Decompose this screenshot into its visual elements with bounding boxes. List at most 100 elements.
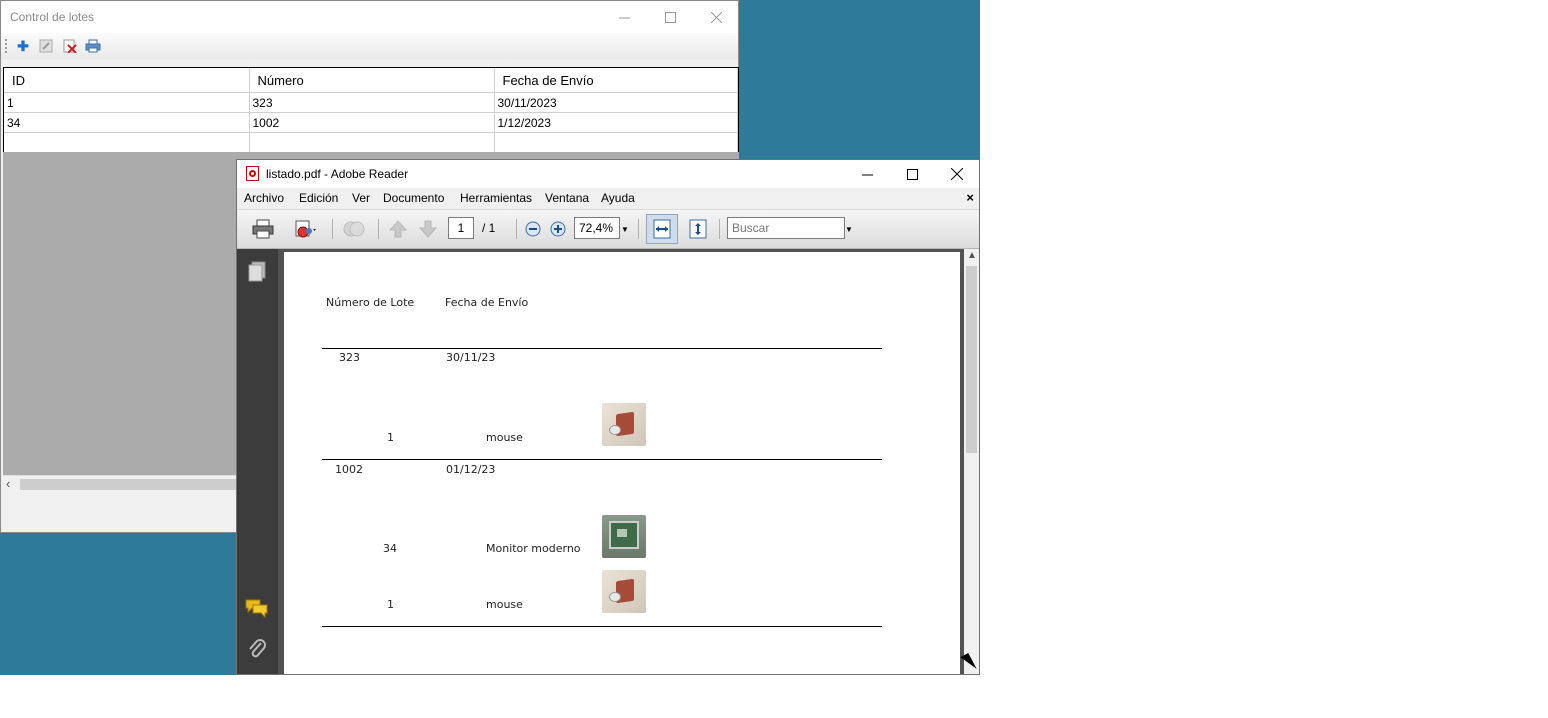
header-numero-lote: Número de Lote	[326, 296, 415, 309]
zoom-out-icon[interactable]	[524, 218, 542, 240]
menu-ver[interactable]: Ver	[352, 191, 370, 205]
cell-fecha[interactable]: 1/12/2023	[494, 112, 738, 133]
close-button[interactable]	[693, 1, 739, 33]
reader-titlebar[interactable]: listado.pdf - Adobe Reader	[237, 160, 979, 188]
table-row[interactable]: 34 1002 1/12/2023	[4, 112, 738, 133]
close-icon	[710, 11, 722, 23]
mouse-image	[602, 570, 646, 613]
menu-documento[interactable]: Documento	[383, 191, 444, 205]
zoom-dropdown-icon[interactable]: ▼	[620, 218, 630, 240]
scrollbar-thumb[interactable]	[20, 479, 239, 490]
toolbar-separator	[332, 219, 333, 239]
column-header-fecha[interactable]: Fecha de Envío	[494, 68, 738, 93]
cell-id[interactable]: 34	[4, 112, 250, 133]
cell-numero[interactable]: 1002	[249, 112, 495, 133]
menu-bar: Archivo Edición Ver Documento Herramient…	[237, 188, 979, 210]
new-row[interactable]	[4, 132, 738, 153]
toolbar-grip[interactable]	[5, 39, 9, 53]
lote-numero: 323	[339, 351, 360, 364]
minimize-icon	[618, 17, 630, 18]
fit-width-icon[interactable]	[651, 218, 673, 240]
reader-window: listado.pdf - Adobe Reader Archivo Edici…	[236, 159, 980, 675]
lotes-window-title: Control de lotes	[10, 10, 95, 24]
lote-numero: 1002	[335, 463, 363, 476]
create-pdf-button[interactable]	[287, 218, 323, 240]
new-row-cell[interactable]	[4, 132, 250, 153]
maximize-button[interactable]	[647, 1, 693, 33]
cell-numero[interactable]: 323	[249, 92, 495, 113]
lotes-grid[interactable]: ID Número Fecha de Envío 1 323 30/11/202…	[3, 67, 739, 154]
search-dropdown-icon[interactable]: ▼	[844, 218, 854, 240]
menu-edicion[interactable]: Edición	[299, 191, 338, 205]
cell-fecha[interactable]: 30/11/2023	[494, 92, 738, 113]
fit-page-icon[interactable]	[687, 218, 709, 240]
reader-window-title: listado.pdf - Adobe Reader	[266, 167, 409, 181]
toolbar-separator	[516, 219, 517, 239]
item-cantidad: 1	[387, 431, 394, 444]
pdf-page: Número de Lote Fecha de Envío 323 30/11/…	[284, 252, 960, 674]
menu-close-icon[interactable]: ×	[966, 190, 974, 205]
pages-panel-icon[interactable]	[247, 261, 267, 286]
menu-herramientas[interactable]: Herramientas	[460, 191, 532, 205]
item-producto: mouse	[486, 598, 523, 611]
attachments-icon[interactable]	[247, 639, 267, 664]
close-icon	[951, 168, 963, 180]
print-icon[interactable]	[251, 218, 275, 240]
item-cantidad: 1	[387, 598, 394, 611]
new-row-cell[interactable]	[249, 132, 495, 153]
zoom-level-input[interactable]: 72,4%	[574, 217, 620, 239]
lote-fecha: 01/12/23	[446, 463, 496, 476]
scroll-left-icon[interactable]: ‹	[6, 476, 10, 491]
cell-id[interactable]: 1	[4, 92, 250, 113]
print-icon[interactable]	[84, 37, 102, 55]
toolbar-separator	[719, 219, 720, 239]
previous-page-icon[interactable]	[387, 218, 409, 240]
column-header-numero[interactable]: Número	[249, 68, 495, 93]
zoom-in-icon[interactable]	[549, 218, 567, 240]
delete-icon[interactable]	[61, 37, 79, 55]
column-header-id[interactable]: ID	[4, 68, 250, 93]
item-cantidad: 34	[383, 542, 397, 555]
mouse-image	[602, 403, 646, 446]
edit-icon[interactable]	[37, 37, 55, 55]
document-area[interactable]: Número de Lote Fecha de Envío 323 30/11/…	[278, 249, 964, 674]
search-input[interactable]: Buscar	[727, 217, 845, 239]
monitor-image	[602, 515, 646, 558]
scrollbar-thumb[interactable]	[966, 266, 977, 453]
maximize-icon	[906, 168, 918, 180]
comments-icon[interactable]	[245, 598, 269, 621]
lotes-toolbar: ✚	[1, 33, 738, 59]
horizontal-scrollbar[interactable]: ‹	[3, 475, 239, 493]
page-number-input[interactable]: 1	[448, 217, 474, 239]
item-producto: mouse	[486, 431, 523, 444]
minimize-button[interactable]	[844, 160, 890, 188]
navigation-pane	[237, 249, 278, 674]
lotes-titlebar[interactable]: Control de lotes	[1, 1, 738, 33]
toolbar-separator	[638, 219, 639, 239]
create-pdf-icon	[295, 220, 316, 238]
minimize-icon	[861, 174, 873, 175]
menu-ayuda[interactable]: Ayuda	[601, 191, 635, 205]
maximize-icon	[664, 11, 676, 23]
next-page-icon[interactable]	[417, 218, 439, 240]
table-row[interactable]: 1 323 30/11/2023	[4, 92, 738, 113]
add-icon[interactable]: ✚	[14, 37, 32, 55]
page-total: / 1	[482, 221, 496, 235]
scroll-up-icon[interactable]: ▲	[967, 250, 977, 261]
divider	[322, 626, 882, 627]
lote-fecha: 30/11/23	[446, 351, 496, 364]
divider	[322, 459, 882, 460]
maximize-button[interactable]	[889, 160, 935, 188]
new-row-cell[interactable]	[494, 132, 738, 153]
vertical-scrollbar[interactable]: ▲	[964, 249, 979, 674]
close-button[interactable]	[934, 160, 980, 188]
item-producto: Monitor moderno	[486, 542, 581, 555]
pdf-file-icon	[246, 166, 259, 181]
minimize-button[interactable]	[601, 1, 647, 33]
menu-ventana[interactable]: Ventana	[545, 191, 589, 205]
toolbar-separator	[378, 219, 379, 239]
menu-archivo[interactable]: Archivo	[244, 191, 284, 205]
header-fecha-envio: Fecha de Envío	[445, 296, 529, 309]
divider	[322, 348, 882, 349]
collaborate-icon[interactable]	[340, 218, 368, 240]
